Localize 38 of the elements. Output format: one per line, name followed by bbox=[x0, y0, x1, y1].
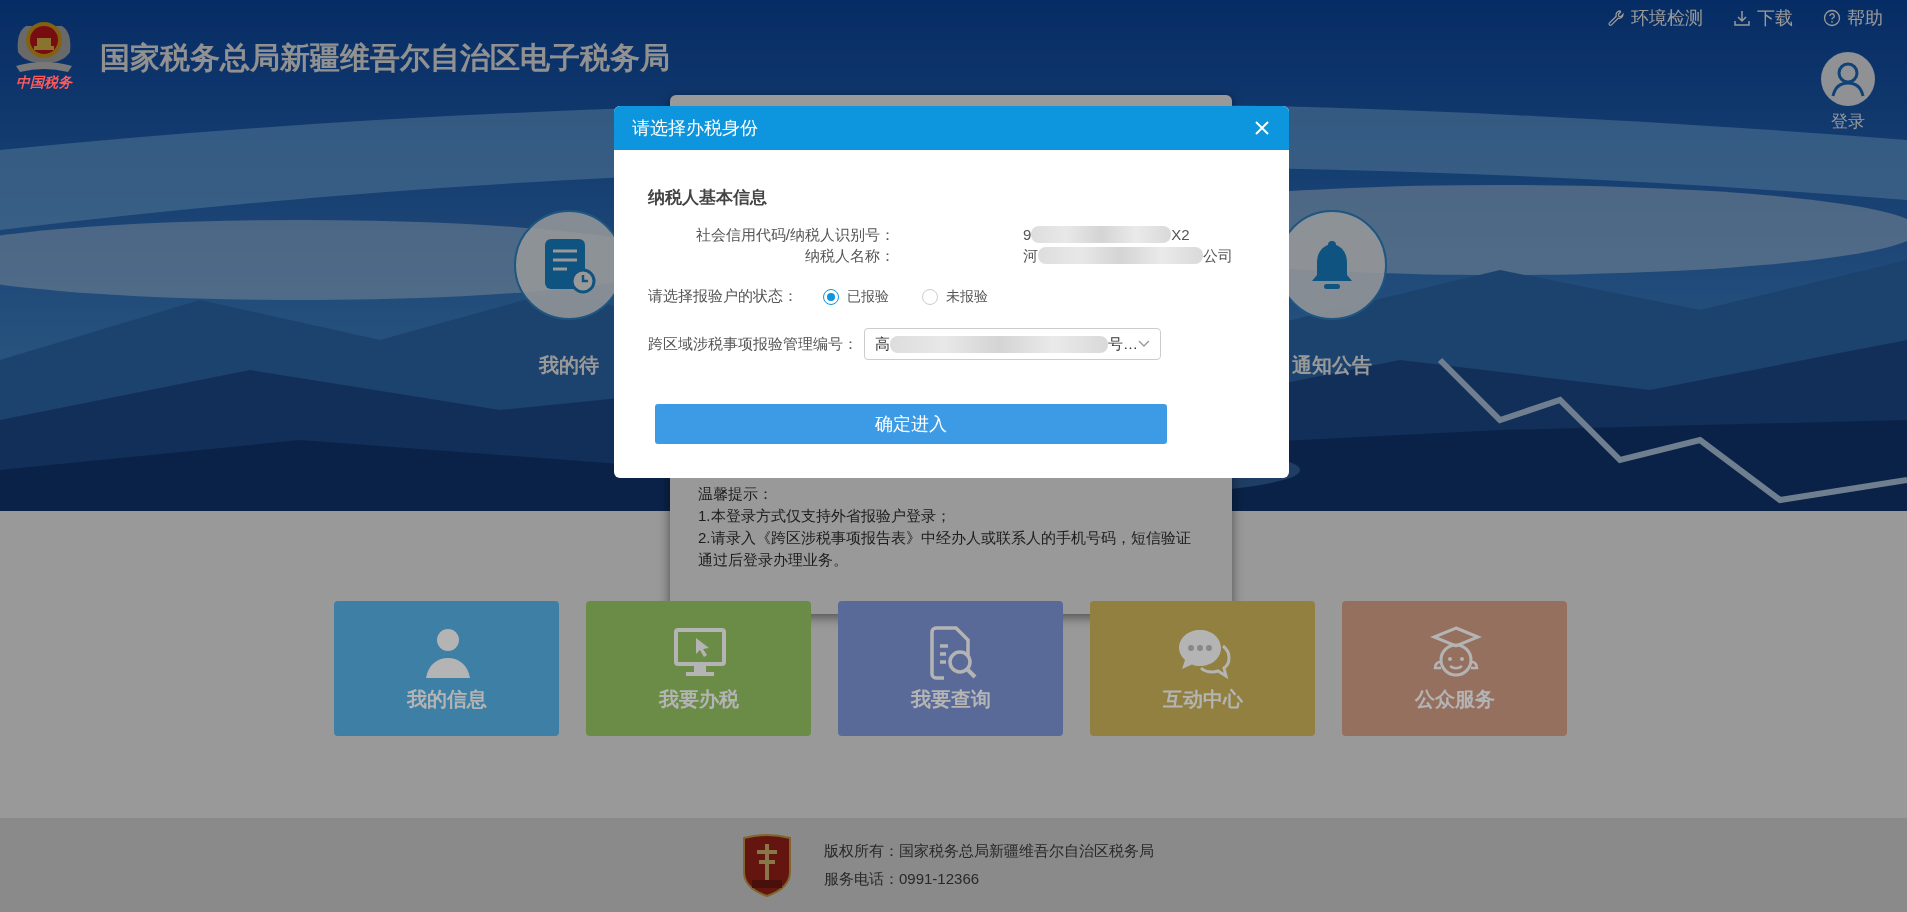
header-link[interactable]: 下载 bbox=[1733, 6, 1793, 30]
avatar-icon[interactable] bbox=[1821, 52, 1875, 106]
site-title: 国家税务总局新疆维吾尔自治区电子税务局 bbox=[100, 40, 670, 76]
radio-label[interactable]: 已报验 bbox=[847, 287, 889, 306]
close-icon bbox=[1255, 121, 1269, 135]
header-link[interactable]: 帮助 bbox=[1823, 6, 1883, 30]
select-field[interactable]: 高 号… bbox=[864, 328, 1161, 360]
field-label: 纳税人名称： bbox=[804, 246, 895, 265]
dialog-title: 请选择办税身份 bbox=[632, 117, 758, 140]
service-tile[interactable]: 我要查询 bbox=[838, 601, 1063, 736]
entry-label: 通知公告 bbox=[1292, 353, 1372, 378]
phone-text: 服务电话：0991-12366 bbox=[824, 869, 981, 889]
field-value: 公司 bbox=[1203, 246, 1233, 265]
close-button[interactable] bbox=[1253, 119, 1271, 137]
shield-logo bbox=[740, 832, 794, 898]
section-title: 纳税人基本信息 bbox=[648, 187, 768, 209]
field-label: 请选择报验户的状态： bbox=[648, 287, 799, 306]
chevron-down-icon bbox=[1138, 340, 1150, 348]
radio-label[interactable]: 未报验 bbox=[946, 287, 988, 306]
field-value: 河 bbox=[1023, 246, 1038, 265]
field-value: X2 bbox=[1171, 225, 1190, 244]
wrench-icon bbox=[1607, 9, 1625, 27]
service-tile[interactable]: 公众服务 bbox=[1342, 601, 1567, 736]
service-tile[interactable]: 我的信息 bbox=[334, 601, 559, 736]
login-link[interactable]: 登录 bbox=[1831, 110, 1865, 133]
copyright-text: 版权所有：国家税务总局新疆维吾尔自治区税务局 bbox=[824, 841, 1154, 861]
field-value: 9 bbox=[1023, 225, 1032, 244]
confirm-button[interactable]: 确定进入 bbox=[655, 404, 1167, 444]
help-icon bbox=[1823, 9, 1841, 27]
field-label: 跨区域涉税事项报验管理编号： bbox=[648, 334, 858, 354]
download-icon bbox=[1733, 9, 1751, 27]
notice-text: 2.请录入《跨区涉税事项报告表》中经办人或联系人的手机号码，短信验证通过后登录办理业务。 bbox=[698, 528, 1192, 570]
notice-text: 温馨提示： bbox=[698, 484, 774, 504]
field-label: 社会信用代码/纳税人识别号： bbox=[694, 225, 895, 244]
logo-caption: 中国税务 bbox=[16, 74, 72, 92]
entry-label: 我的待 bbox=[539, 353, 599, 378]
header-link[interactable]: 环境检测 bbox=[1607, 6, 1703, 30]
notice-text: 1.本登录方式仅支持外省报验户登录； bbox=[698, 506, 952, 526]
